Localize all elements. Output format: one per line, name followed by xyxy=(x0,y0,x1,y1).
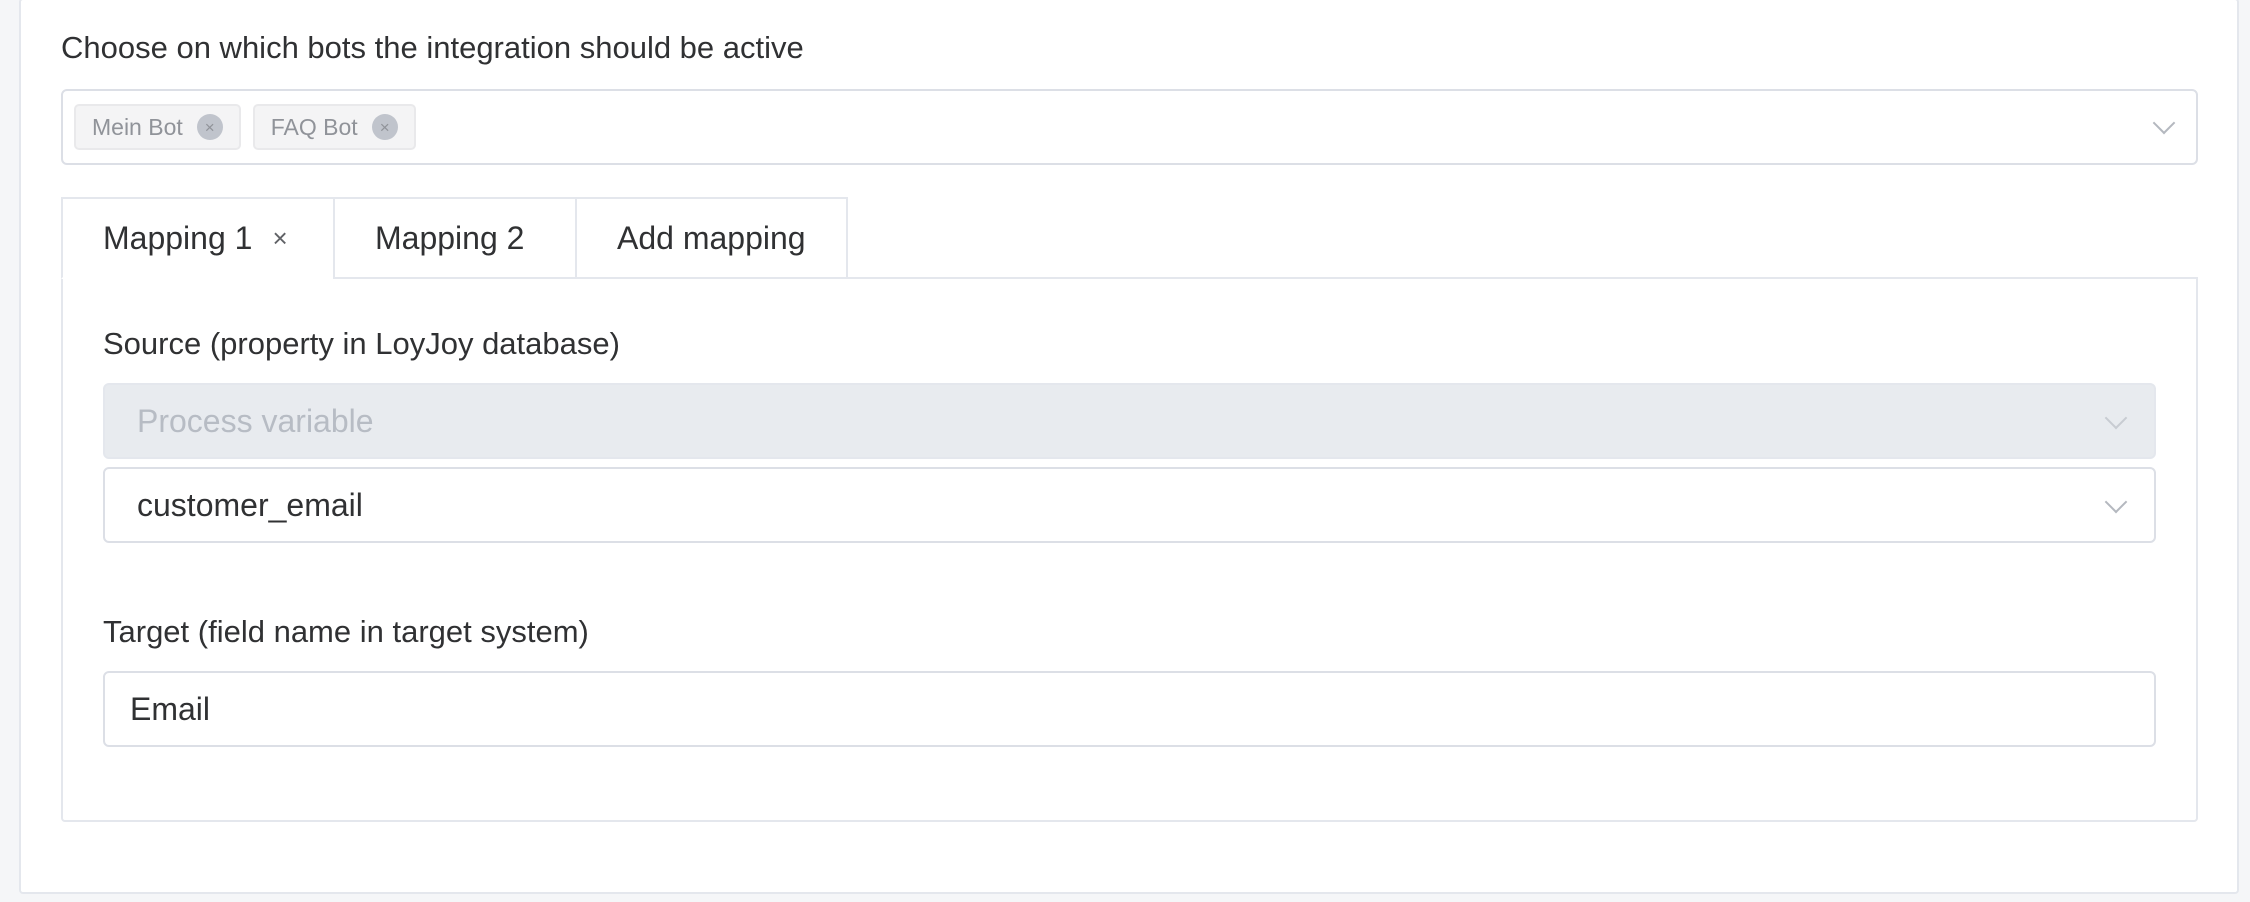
target-label: Target (field name in target system) xyxy=(103,614,589,649)
active-tab-connector xyxy=(63,276,331,280)
mapping-tabs: Mapping 1 × Mapping 2 Add mapping xyxy=(61,197,848,279)
source-variable-value: customer_email xyxy=(137,486,363,523)
chevron-down-icon[interactable] xyxy=(2104,490,2128,514)
bot-tag: FAQ Bot × xyxy=(252,104,416,150)
target-field-input[interactable] xyxy=(103,671,2156,747)
chevron-down-icon xyxy=(2104,406,2128,430)
chevron-down-icon[interactable] xyxy=(2152,111,2176,135)
close-circle-icon[interactable]: × xyxy=(371,114,398,140)
bots-multiselect[interactable]: Mein Bot × FAQ Bot × xyxy=(61,89,2198,165)
tab-label: Add mapping xyxy=(617,219,806,256)
bot-tag-label: FAQ Bot xyxy=(270,113,358,140)
bot-tag: Mein Bot × xyxy=(74,104,241,150)
close-circle-icon[interactable]: × xyxy=(196,114,223,140)
tab-label: Mapping 1 xyxy=(103,219,253,256)
bot-tag-label: Mein Bot xyxy=(92,113,183,140)
source-variable-select[interactable]: customer_email xyxy=(103,467,2156,543)
tab-label: Mapping 2 xyxy=(375,219,525,256)
source-label: Source (property in LoyJoy database) xyxy=(103,326,620,361)
bots-select-label: Choose on which bots the integration sho… xyxy=(61,30,804,65)
tab-mapping-2[interactable]: Mapping 2 xyxy=(333,197,575,279)
tab-mapping-1[interactable]: Mapping 1 × xyxy=(61,197,333,279)
source-type-select: Process variable xyxy=(103,383,2156,459)
tab-add-mapping[interactable]: Add mapping xyxy=(575,197,848,279)
close-icon[interactable]: × xyxy=(272,223,287,254)
source-type-value: Process variable xyxy=(137,402,374,439)
